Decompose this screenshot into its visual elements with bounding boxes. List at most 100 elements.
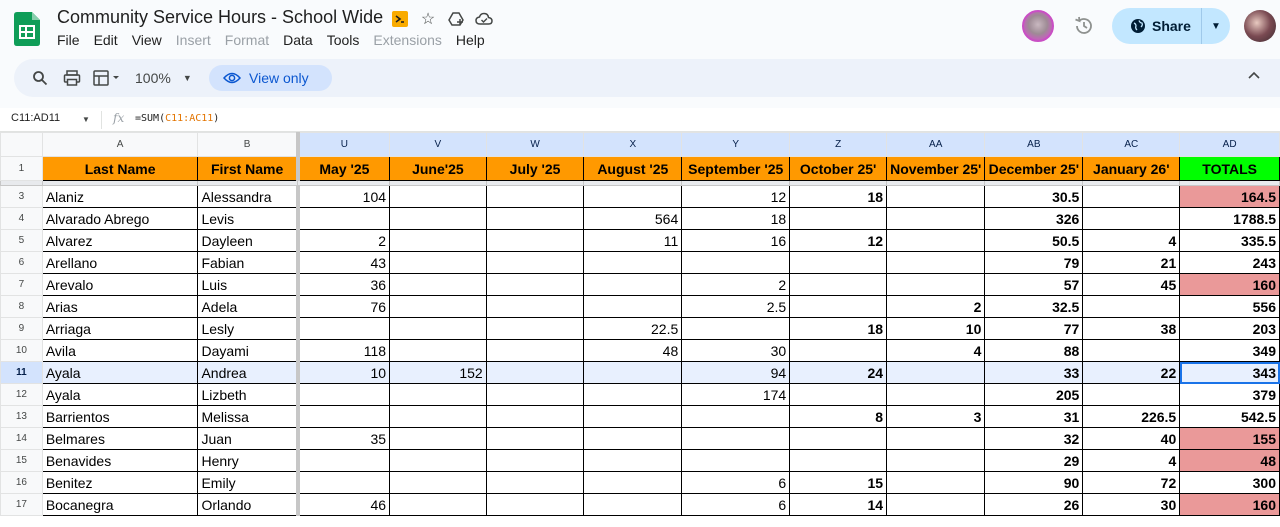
hours-cell[interactable] — [297, 405, 391, 428]
first-name-cell[interactable]: Adela — [197, 295, 300, 318]
first-name-cell[interactable]: Andrea — [197, 361, 300, 384]
hours-cell[interactable] — [485, 317, 585, 340]
header-cell[interactable]: December 25' — [984, 156, 1084, 181]
total-cell[interactable]: 556 — [1179, 295, 1280, 318]
hours-cell[interactable]: 15 — [789, 471, 888, 494]
hours-cell[interactable] — [389, 493, 487, 516]
hours-cell[interactable] — [789, 207, 888, 230]
move-to-drive-icon[interactable] — [446, 9, 466, 29]
hours-cell[interactable] — [297, 449, 391, 472]
header-cell[interactable]: TOTALS — [1179, 156, 1280, 181]
hours-cell[interactable] — [1082, 185, 1181, 208]
share-dropdown-icon[interactable]: ▼ — [1202, 21, 1230, 32]
menu-view[interactable]: View — [132, 32, 169, 48]
hours-cell[interactable]: 14 — [789, 493, 888, 516]
header-cell[interactable]: August '25 — [583, 156, 683, 181]
row-number[interactable]: 12 — [0, 383, 43, 406]
first-name-cell[interactable]: Dayami — [197, 339, 300, 362]
first-name-cell[interactable]: Fabian — [197, 251, 300, 274]
header-cell[interactable]: June'25 — [389, 156, 487, 181]
hours-cell[interactable] — [886, 185, 986, 208]
hours-cell[interactable]: 118 — [297, 339, 391, 362]
column-header-aa[interactable]: AA — [886, 132, 986, 157]
hours-cell[interactable]: 32.5 — [984, 295, 1084, 318]
total-cell[interactable]: 542.5 — [1179, 405, 1280, 428]
hours-cell[interactable]: 4 — [886, 339, 986, 362]
total-cell[interactable]: 160 — [1179, 493, 1280, 516]
hours-cell[interactable]: 564 — [583, 207, 683, 230]
hours-cell[interactable] — [789, 339, 888, 362]
total-cell[interactable]: 155 — [1179, 427, 1280, 450]
hours-cell[interactable] — [389, 427, 487, 450]
hours-cell[interactable] — [886, 207, 986, 230]
hours-cell[interactable] — [583, 251, 683, 274]
hours-cell[interactable] — [485, 427, 585, 450]
first-name-cell[interactable]: Luis — [197, 273, 300, 296]
hours-cell[interactable] — [485, 185, 585, 208]
hours-cell[interactable] — [789, 251, 888, 274]
row-number[interactable]: 6 — [0, 251, 43, 274]
last-name-cell[interactable]: Alvarez — [41, 229, 199, 252]
formula-input[interactable]: =SUM(C11:AC11) — [135, 113, 219, 124]
column-header-y[interactable]: Y — [681, 132, 791, 157]
hours-cell[interactable]: 12 — [789, 229, 888, 252]
hours-cell[interactable]: 2.5 — [681, 295, 791, 318]
account-avatar[interactable] — [1244, 10, 1276, 42]
hours-cell[interactable] — [1082, 295, 1181, 318]
hours-cell[interactable] — [789, 383, 888, 406]
hours-cell[interactable]: 88 — [984, 339, 1084, 362]
column-header-x[interactable]: X — [583, 132, 683, 157]
last-name-cell[interactable]: Alaniz — [41, 185, 199, 208]
last-name-cell[interactable]: Benavides — [41, 449, 199, 472]
hours-cell[interactable] — [583, 383, 683, 406]
hours-cell[interactable] — [485, 251, 585, 274]
hours-cell[interactable] — [583, 185, 683, 208]
last-name-cell[interactable]: Arias — [41, 295, 199, 318]
hours-cell[interactable]: 77 — [984, 317, 1084, 340]
hours-cell[interactable] — [583, 493, 683, 516]
row-number[interactable]: 3 — [0, 185, 43, 208]
first-name-cell[interactable]: Alessandra — [197, 185, 300, 208]
first-name-cell[interactable]: Levis — [197, 207, 300, 230]
last-name-cell[interactable]: Arellano — [41, 251, 199, 274]
hours-cell[interactable] — [583, 361, 683, 384]
hours-cell[interactable] — [1082, 339, 1181, 362]
collaborator-avatar[interactable] — [1022, 10, 1054, 42]
row-number[interactable]: 11 — [0, 361, 43, 384]
total-cell[interactable]: 379 — [1179, 383, 1280, 406]
hours-cell[interactable] — [583, 295, 683, 318]
hours-cell[interactable] — [485, 449, 585, 472]
hours-cell[interactable]: 21 — [1082, 251, 1181, 274]
hours-cell[interactable] — [681, 317, 791, 340]
row-number[interactable]: 13 — [0, 405, 43, 428]
hours-cell[interactable]: 226.5 — [1082, 405, 1181, 428]
hours-cell[interactable]: 326 — [984, 207, 1084, 230]
hours-cell[interactable] — [681, 405, 791, 428]
row-number[interactable]: 5 — [0, 229, 43, 252]
header-cell[interactable]: First Name — [197, 156, 300, 181]
hours-cell[interactable]: 11 — [583, 229, 683, 252]
hours-cell[interactable]: 18 — [681, 207, 791, 230]
hours-cell[interactable]: 152 — [389, 361, 487, 384]
hours-cell[interactable] — [886, 449, 986, 472]
hours-cell[interactable]: 31 — [984, 405, 1084, 428]
menu-tools[interactable]: Tools — [327, 32, 367, 48]
hours-cell[interactable] — [681, 251, 791, 274]
hours-cell[interactable]: 4 — [1082, 229, 1181, 252]
hours-cell[interactable]: 18 — [789, 185, 888, 208]
hours-cell[interactable] — [789, 427, 888, 450]
header-cell[interactable]: October 25' — [789, 156, 888, 181]
first-name-cell[interactable]: Orlando — [197, 493, 300, 516]
last-name-cell[interactable]: Ayala — [41, 361, 199, 384]
row-number[interactable]: 16 — [0, 471, 43, 494]
last-name-cell[interactable]: Alvarado Abrego — [41, 207, 199, 230]
hours-cell[interactable] — [886, 493, 986, 516]
zoom-select[interactable]: 100% ▼ — [135, 68, 192, 88]
hours-cell[interactable] — [389, 449, 487, 472]
document-title[interactable]: Community Service Hours - School Wide — [57, 7, 383, 28]
last-name-cell[interactable]: Barrientos — [41, 405, 199, 428]
hours-cell[interactable] — [1082, 383, 1181, 406]
hours-cell[interactable] — [583, 449, 683, 472]
hours-cell[interactable] — [886, 229, 986, 252]
last-name-cell[interactable]: Ayala — [41, 383, 199, 406]
